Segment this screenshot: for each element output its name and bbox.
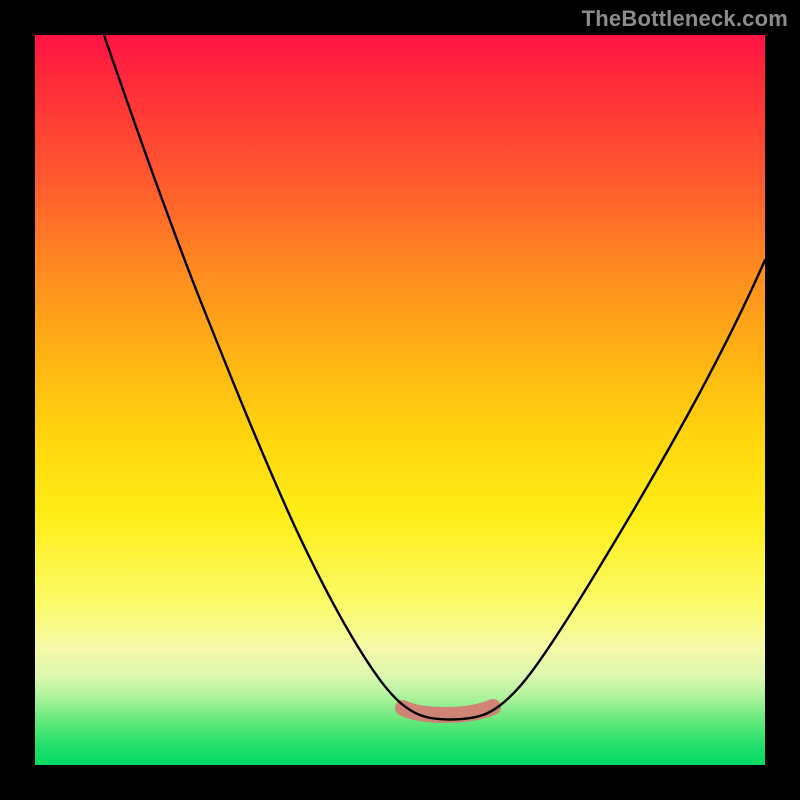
- chart-frame: TheBottleneck.com: [0, 0, 800, 800]
- v-curve-line: [104, 35, 765, 720]
- plot-area: [35, 35, 765, 765]
- curve-layer: [35, 35, 765, 765]
- watermark-text: TheBottleneck.com: [582, 6, 788, 32]
